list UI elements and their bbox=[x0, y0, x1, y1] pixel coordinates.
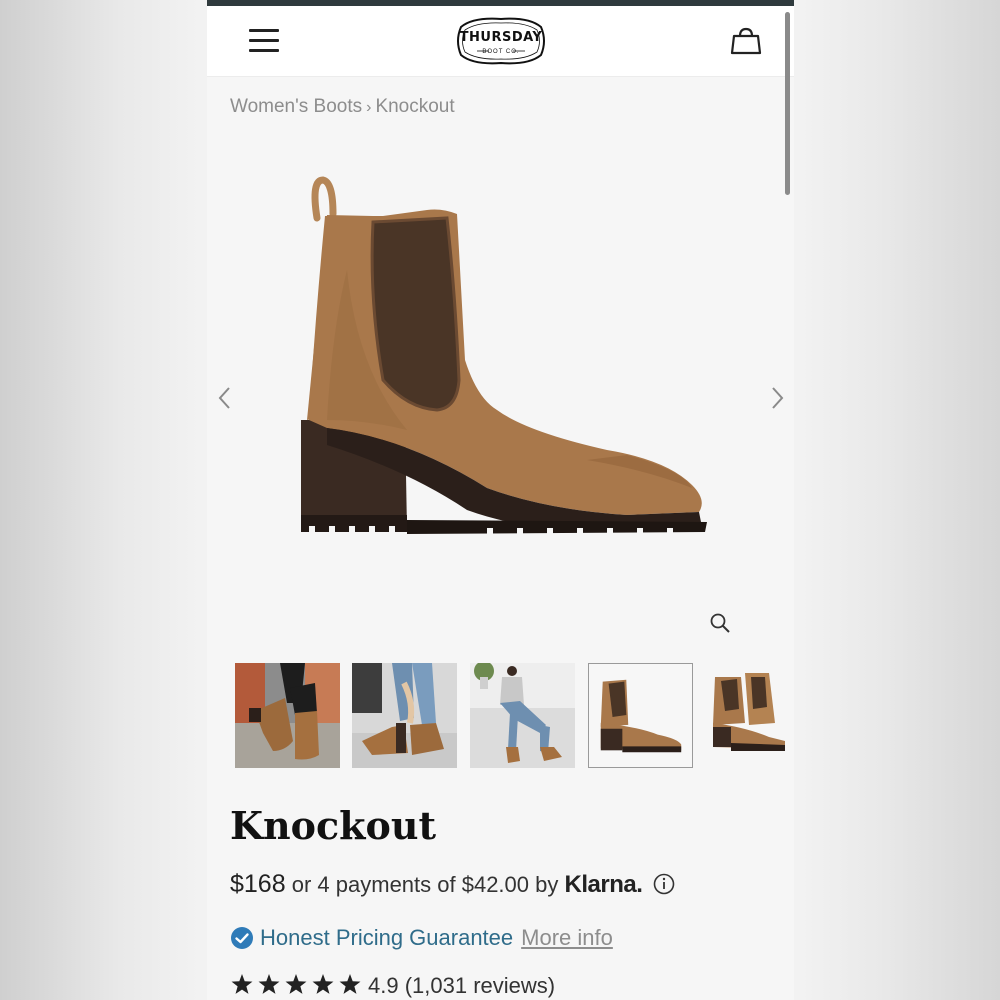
star-rating bbox=[230, 973, 362, 1000]
product-main-image[interactable] bbox=[287, 170, 707, 550]
mobile-viewport: THURSDAY BOOT CO. Women's Boots › Knockout bbox=[207, 0, 794, 1000]
thumbnail-4-selected[interactable] bbox=[588, 663, 693, 768]
thumbnail-3[interactable] bbox=[470, 663, 575, 768]
star-icon bbox=[312, 974, 334, 994]
rating-row[interactable]: 4.9 (1,031 reviews) bbox=[230, 973, 555, 1000]
product-title: Knockout bbox=[230, 803, 436, 848]
review-count[interactable]: (1,031 reviews) bbox=[405, 973, 555, 998]
verified-check-icon bbox=[230, 926, 254, 956]
scrollbar[interactable] bbox=[785, 12, 790, 195]
klarna-logo: Klarna. bbox=[564, 871, 643, 898]
brand-name: THURSDAY bbox=[459, 30, 543, 45]
star-icon bbox=[285, 974, 307, 994]
brand-logo[interactable]: THURSDAY BOOT CO. bbox=[453, 13, 549, 69]
installments-text: or 4 payments of $42.00 by bbox=[291, 872, 559, 897]
star-icon bbox=[231, 974, 253, 994]
breadcrumb: Women's Boots › Knockout bbox=[230, 96, 455, 118]
thumbnail-strip bbox=[235, 663, 794, 771]
info-icon[interactable] bbox=[653, 873, 675, 901]
pricing-guarantee-row: Honest Pricing Guarantee More info bbox=[230, 925, 613, 956]
hamburger-menu-icon[interactable] bbox=[249, 29, 279, 53]
breadcrumb-separator: › bbox=[366, 99, 372, 116]
rating-value: 4.9 bbox=[368, 973, 399, 998]
site-header: THURSDAY BOOT CO. bbox=[207, 6, 794, 77]
more-info-link[interactable]: More info bbox=[521, 925, 613, 950]
breadcrumb-current[interactable]: Knockout bbox=[375, 96, 454, 117]
price-row: $168 or 4 payments of $42.00 by Klarna. bbox=[230, 870, 675, 901]
thumbnail-2[interactable] bbox=[352, 663, 457, 768]
honest-pricing-guarantee-link[interactable]: Honest Pricing Guarantee bbox=[260, 925, 513, 950]
thumbnail-1[interactable] bbox=[235, 663, 340, 768]
carousel-prev-arrow-icon[interactable] bbox=[215, 385, 235, 411]
carousel-next-arrow-icon[interactable] bbox=[767, 385, 787, 411]
brand-subtitle: BOOT CO. bbox=[482, 49, 520, 55]
thumbnail-5[interactable] bbox=[705, 663, 785, 768]
product-price: $168 bbox=[230, 870, 286, 898]
star-icon bbox=[258, 974, 280, 994]
shopping-bag-icon[interactable] bbox=[729, 24, 763, 58]
breadcrumb-link-womens-boots[interactable]: Women's Boots bbox=[230, 96, 362, 117]
zoom-magnifier-icon[interactable] bbox=[708, 611, 732, 635]
star-icon bbox=[339, 974, 361, 994]
